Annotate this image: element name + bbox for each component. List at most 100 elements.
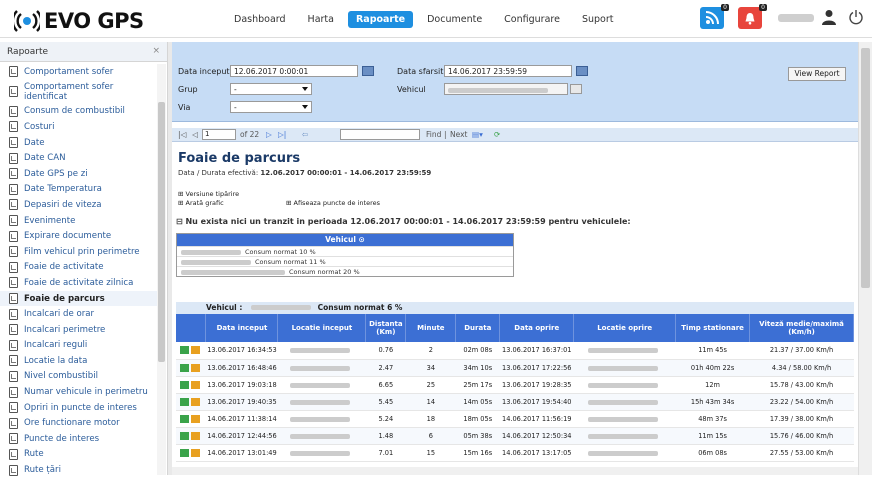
user-icon[interactable] xyxy=(822,9,836,28)
column-header[interactable]: Viteză medie/maximă (Km/h) xyxy=(749,314,854,342)
first-page-icon[interactable]: |◁ xyxy=(178,130,186,139)
next-link[interactable]: Next xyxy=(450,130,467,139)
sidebar-item[interactable]: Rute xyxy=(0,447,157,463)
sidebar-item[interactable]: Foaie de parcurs xyxy=(0,290,157,307)
column-header[interactable]: Timp stationare xyxy=(675,314,751,342)
via-select[interactable]: - xyxy=(230,101,312,113)
prev-page-icon[interactable]: ◁ xyxy=(192,130,198,139)
show-chart-toggle[interactable]: ⊞ Arată grafic xyxy=(178,199,224,207)
column-header[interactable]: Minute xyxy=(405,314,457,342)
sidebar-item[interactable]: Date Temperatura xyxy=(0,182,157,198)
map-icon[interactable] xyxy=(179,414,189,423)
sidebar-item[interactable]: Ore functionare motor xyxy=(0,415,157,431)
calendar-icon[interactable] xyxy=(576,66,588,76)
sidebar-item[interactable]: Costuri xyxy=(0,119,157,135)
sidebar-item[interactable]: Puncte de interes xyxy=(0,431,157,447)
export-icon[interactable]: ▤▾ xyxy=(472,130,483,139)
report-scrollbar[interactable] xyxy=(858,42,872,475)
map-icon[interactable] xyxy=(179,431,189,440)
table-cell: 15 xyxy=(405,444,456,462)
nav-suport[interactable]: Suport xyxy=(574,11,622,28)
horizontal-scrollbar[interactable] xyxy=(172,467,858,475)
calendar-icon[interactable] xyxy=(362,66,374,76)
sidebar-item[interactable]: Expirare documente xyxy=(0,228,157,244)
sidebar-item[interactable]: Numar vehicule in perimetru xyxy=(0,384,157,400)
column-header[interactable]: Data oprire xyxy=(499,314,575,342)
sidebar-item[interactable]: Incalcari reguli xyxy=(0,338,157,354)
map-icon[interactable] xyxy=(179,346,189,355)
bell-icon[interactable]: 0 xyxy=(738,4,767,29)
report-document-icon xyxy=(9,293,18,305)
dropdown-icon[interactable] xyxy=(570,84,582,94)
table-row[interactable]: 14.06.2017 13:01:49 7.01 15 15m 16s 14.06.20… xyxy=(176,444,854,462)
column-header[interactable]: Locatie oprire xyxy=(573,314,677,342)
report-scroll-thumb[interactable] xyxy=(861,48,870,288)
envelope-icon[interactable] xyxy=(190,397,200,406)
table-row[interactable]: 13.06.2017 19:03:18 6.65 25 25m 17s 13.06.20… xyxy=(176,376,854,394)
sidebar-item[interactable]: Comportament sofer xyxy=(0,64,157,80)
column-header[interactable]: Distanta (Km) xyxy=(365,314,407,342)
sidebar-scroll-thumb[interactable] xyxy=(158,102,165,362)
nav-configurare[interactable]: Configurare xyxy=(496,11,568,28)
power-icon[interactable] xyxy=(848,9,864,28)
page-input[interactable]: 1 xyxy=(202,129,236,140)
table-row[interactable]: 13.06.2017 19:40:35 5.45 14 14m 05s 13.06.20… xyxy=(176,393,854,411)
column-header[interactable]: Durata xyxy=(455,314,501,342)
vehicles-header[interactable]: Vehicul ⊙ xyxy=(177,234,513,246)
envelope-icon[interactable] xyxy=(190,346,200,355)
table-row[interactable]: 13.06.2017 16:34:53 0.76 2 02m 08s 13.06.201… xyxy=(176,342,854,360)
app-logo[interactable]: EVO GPS xyxy=(11,9,144,33)
envelope-icon[interactable] xyxy=(190,363,200,372)
sidebar-item[interactable]: Date xyxy=(0,135,157,151)
start-date-input[interactable]: 12.06.2017 0:00:01 xyxy=(230,65,358,77)
sidebar-item[interactable]: Depasiri de viteza xyxy=(0,197,157,213)
nav-dashboard[interactable]: Dashboard xyxy=(226,11,294,28)
rss-icon[interactable]: 0 xyxy=(700,4,729,29)
nav-rapoarte[interactable]: Rapoarte xyxy=(347,11,414,28)
sidebar-item[interactable]: Consum de combustibil xyxy=(0,104,157,120)
sidebar-item[interactable]: Comportament sofer identificat xyxy=(0,80,157,104)
table-row[interactable]: 14.06.2017 11:38:14 5.24 18 18m 05s 14.06.20… xyxy=(176,410,854,428)
sidebar-item[interactable]: Rute țări xyxy=(0,462,157,478)
sidebar-item[interactable]: Incalcari de orar xyxy=(0,306,157,322)
sidebar-item[interactable]: Film vehicul prin perimetre xyxy=(0,244,157,260)
sidebar-item[interactable]: Date CAN xyxy=(0,150,157,166)
map-icon[interactable] xyxy=(179,380,189,389)
last-page-icon[interactable]: ▷| xyxy=(278,130,286,139)
table-cell: 13.06.2017 19:03:18 xyxy=(205,376,278,394)
close-icon[interactable]: × xyxy=(152,46,160,56)
map-icon[interactable] xyxy=(179,397,189,406)
nav-harta[interactable]: Harta xyxy=(300,11,342,28)
table-row[interactable]: 13.06.2017 16:48:46 2.47 34 34m 10s 13.06.20… xyxy=(176,359,854,377)
show-poi-toggle[interactable]: ⊞ Afiseaza puncte de interes xyxy=(286,199,380,207)
envelope-icon[interactable] xyxy=(190,414,200,423)
nav-documente[interactable]: Documente xyxy=(419,11,490,28)
find-link[interactable]: Find xyxy=(426,130,441,139)
sidebar-item[interactable]: Incalcari perimetre xyxy=(0,322,157,338)
view-report-button[interactable]: View Report xyxy=(788,67,846,81)
next-page-icon[interactable]: ▷ xyxy=(266,130,272,139)
sidebar-item[interactable]: Opriri in puncte de interes xyxy=(0,400,157,416)
envelope-icon[interactable] xyxy=(190,380,200,389)
sidebar-item[interactable]: Evenimente xyxy=(0,213,157,229)
sidebar-item[interactable]: Date GPS pe zi xyxy=(0,166,157,182)
map-icon[interactable] xyxy=(179,448,189,457)
find-input[interactable] xyxy=(340,129,420,140)
sidebar-item[interactable]: Foaie de activitate xyxy=(0,260,157,276)
group-select[interactable]: - xyxy=(230,83,312,95)
end-date-input[interactable]: 14.06.2017 23:59:59 xyxy=(444,65,572,77)
column-header[interactable]: Data inceput xyxy=(205,314,279,342)
sidebar-item[interactable]: Locatie la data xyxy=(0,353,157,369)
sidebar-item[interactable]: Foaie de activitate zilnica xyxy=(0,275,157,291)
back-icon[interactable]: ⇦ xyxy=(302,130,308,139)
sidebar-item[interactable]: Nivel combustibil xyxy=(0,369,157,385)
map-icon[interactable] xyxy=(179,363,189,372)
column-header[interactable]: Locatie inceput xyxy=(277,314,367,342)
sidebar-scrollbar[interactable] xyxy=(157,64,166,475)
envelope-icon[interactable] xyxy=(190,448,200,457)
refresh-icon[interactable]: ⟳ xyxy=(494,130,500,139)
envelope-icon[interactable] xyxy=(190,431,200,440)
print-version-toggle[interactable]: ⊞ Versiune tipărire xyxy=(178,190,239,198)
vehicle-select[interactable] xyxy=(444,83,568,95)
table-row[interactable]: 14.06.2017 12:44:56 1.48 6 05m 38s 14.06.201… xyxy=(176,427,854,445)
